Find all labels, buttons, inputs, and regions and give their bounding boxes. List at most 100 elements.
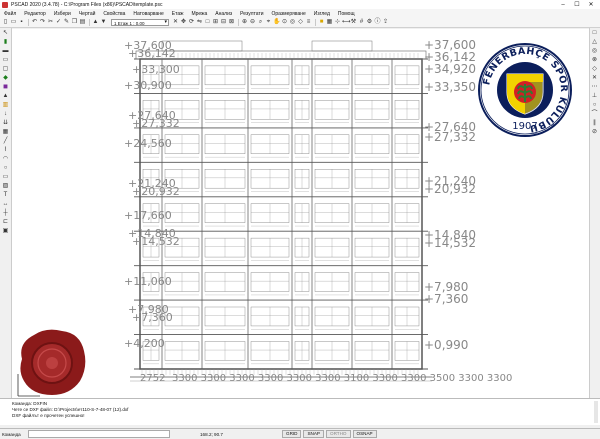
snap-perpendicular-icon[interactable]: ⊥ [591, 93, 598, 100]
tools-icon[interactable]: ⚒ [350, 19, 357, 26]
text-icon[interactable]: T [2, 192, 9, 199]
menu-view[interactable]: Изглед [310, 11, 334, 17]
command-scrollbar[interactable] [594, 401, 598, 423]
snap-extension-icon[interactable]: ⋯ [591, 84, 598, 91]
opening-icon[interactable]: ▣ [2, 228, 9, 235]
snap-quadrant-icon[interactable]: ◇ [591, 66, 598, 73]
menu-file[interactable]: Файл [0, 11, 20, 17]
open-folder-icon[interactable]: ▭ [10, 19, 17, 26]
box-icon[interactable]: □ [204, 19, 211, 26]
menu-loads[interactable]: Натоварване [129, 11, 167, 17]
left-level-label: +11,060 [124, 275, 172, 288]
offset-icon[interactable]: ⊟ [220, 19, 227, 26]
snap-tangent-icon[interactable]: ○ [591, 102, 598, 109]
point-load-icon[interactable]: ↓ [2, 111, 9, 118]
arc-icon[interactable]: ◠ [2, 156, 9, 163]
menu-design[interactable]: Оразмеряване [268, 11, 310, 17]
menu-results[interactable]: Резултати [236, 11, 267, 17]
copy-icon[interactable]: ❐ [71, 19, 78, 26]
drawing-canvas[interactable]: +37,600 +36,142 +33,300 +30,900 +27,640 +27,3… [12, 29, 589, 398]
snap-toggle[interactable]: SNAP [303, 430, 324, 438]
menu-analysis[interactable]: Анализ [211, 11, 236, 17]
snap-icon[interactable]: ⊹ [334, 19, 341, 26]
wall-icon[interactable]: ▭ [2, 57, 9, 64]
grid-toggle[interactable]: GRID [282, 430, 302, 438]
line-load-icon[interactable]: ⇊ [2, 120, 9, 127]
command-input[interactable] [28, 430, 170, 438]
beam-icon[interactable]: ▬ [2, 48, 9, 55]
table-icon[interactable]: ▦ [326, 19, 333, 26]
menu-properties[interactable]: Свойства [99, 11, 129, 17]
footing-icon[interactable]: ◆ [2, 75, 9, 82]
move-icon[interactable]: ✥ [180, 19, 187, 26]
new-file-icon[interactable]: ▯ [2, 19, 9, 26]
select-icon[interactable]: ↖ [2, 30, 9, 37]
menu-select[interactable]: Избери [50, 11, 75, 17]
delete-icon[interactable]: ✕ [172, 19, 179, 26]
load-icon[interactable]: ▥ [2, 102, 9, 109]
support-icon[interactable]: ▲ [2, 93, 9, 100]
osnap-toggle[interactable]: OSNAP [352, 430, 377, 438]
maximize-button[interactable]: ☐ [570, 1, 584, 8]
zoom-window-icon[interactable]: ⌕ [257, 19, 264, 26]
snap-none-icon[interactable]: ⊘ [591, 129, 598, 136]
check-icon[interactable]: ✓ [55, 19, 62, 26]
drawing-svg[interactable]: +37,600+36,142+33,300+30,900+27,640+27,3… [12, 29, 589, 398]
menu-editor[interactable]: Редактор [20, 11, 50, 17]
zoom-in-icon[interactable]: ⊕ [241, 19, 248, 26]
floor-up-icon[interactable]: ▲ [92, 19, 99, 26]
info-icon[interactable]: ⓘ [374, 19, 381, 26]
ortho-toggle[interactable]: ORTHO [326, 430, 351, 438]
export-icon[interactable]: ⇪ [382, 19, 389, 26]
floor-down-icon[interactable]: ▼ [100, 19, 107, 26]
snap-intersection-icon[interactable]: ✕ [591, 75, 598, 82]
hatch-icon[interactable]: ▨ [2, 183, 9, 190]
floor-select[interactable]: 1 Етаж 1 : 0.00 [111, 19, 169, 26]
snap-center-icon[interactable]: ◎ [591, 48, 598, 55]
snap-midpoint-icon[interactable]: △ [591, 39, 598, 46]
snap-endpoint-icon[interactable]: □ [591, 30, 598, 37]
redraw-icon[interactable]: ◎ [289, 19, 296, 26]
snap-parallel-icon[interactable]: ∥ [591, 120, 598, 127]
view-3d-icon[interactable]: ◇ [297, 19, 304, 26]
trim-icon[interactable]: ⊠ [228, 19, 235, 26]
minimize-button[interactable]: – [556, 2, 570, 8]
right-toolbar: □ △ ◎ ⊗ ◇ ✕ ⋯ ⊥ ○ ⌒ ∥ ⊘ [589, 28, 600, 398]
slab-icon[interactable]: ▢ [2, 66, 9, 73]
menu-help[interactable]: Помощ [334, 11, 359, 17]
section-icon[interactable]: ⊏ [2, 219, 9, 226]
cut-icon[interactable]: ✂ [47, 19, 54, 26]
menu-draw[interactable]: Чертай [75, 11, 100, 17]
column-icon[interactable]: ▮ [2, 39, 9, 46]
dimension-icon[interactable]: ↔ [2, 201, 9, 208]
zoom-out-icon[interactable]: ⊖ [249, 19, 256, 26]
pile-icon[interactable]: ◼ [2, 84, 9, 91]
close-button[interactable]: ✕ [584, 1, 598, 8]
undo-icon[interactable]: ↶ [31, 19, 38, 26]
rotate-icon[interactable]: ⟳ [188, 19, 195, 26]
rectangle-icon[interactable]: ▭ [2, 174, 9, 181]
zoom-previous-icon[interactable]: ⊙ [281, 19, 288, 26]
grid-icon[interactable]: # [358, 19, 365, 26]
save-icon[interactable]: ▪ [18, 19, 25, 26]
redo-icon[interactable]: ↷ [39, 19, 46, 26]
pen-icon[interactable]: ✎ [63, 19, 70, 26]
snap-nearest-icon[interactable]: ⌒ [591, 111, 598, 118]
layers-icon[interactable]: ≡ [305, 19, 312, 26]
menu-grid[interactable]: Мрежа [187, 11, 211, 17]
menu-floor[interactable]: Етаж [168, 11, 188, 17]
settings-icon[interactable]: ⚙ [366, 19, 373, 26]
line-icon[interactable]: ╱ [2, 138, 9, 145]
grid-axis-icon[interactable]: ┼ [2, 210, 9, 217]
pan-icon[interactable]: ✋ [273, 19, 280, 26]
color-icon[interactable]: ■ [318, 19, 325, 26]
paste-icon[interactable]: ▤ [79, 19, 86, 26]
area-load-icon[interactable]: ▦ [2, 129, 9, 136]
array-icon[interactable]: ⊞ [212, 19, 219, 26]
snap-node-icon[interactable]: ⊗ [591, 57, 598, 64]
measure-icon[interactable]: ⟷ [342, 19, 351, 26]
mirror-icon[interactable]: ⇋ [196, 19, 203, 26]
circle-icon[interactable]: ○ [2, 165, 9, 172]
zoom-all-icon[interactable]: ⌖ [265, 19, 272, 26]
polyline-icon[interactable]: ⌇ [2, 147, 9, 154]
